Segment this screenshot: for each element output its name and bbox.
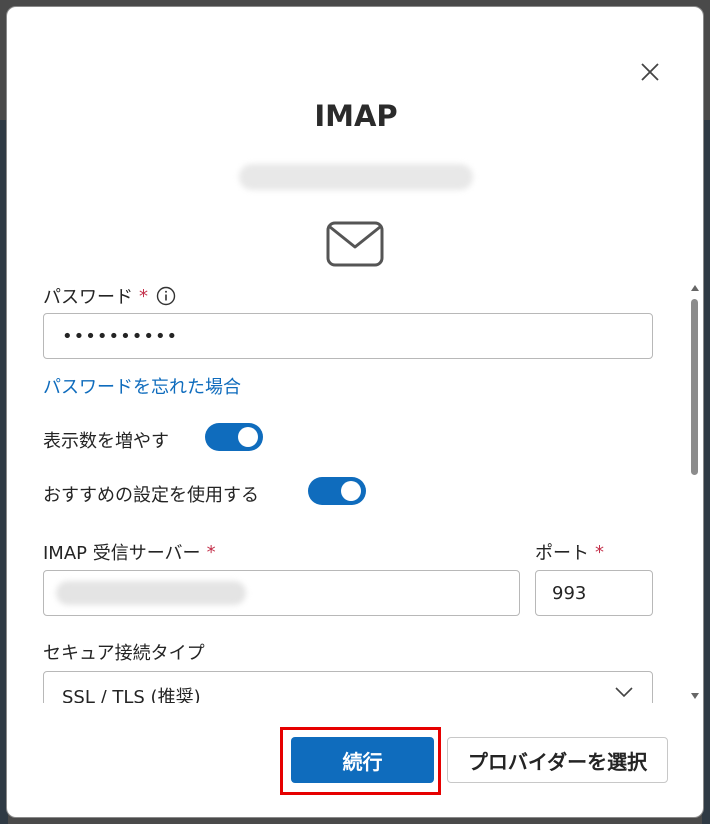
close-button[interactable] (635, 57, 665, 87)
mail-icon (326, 221, 384, 267)
scroll-up-arrow-icon[interactable] (691, 284, 699, 292)
password-label-text: パスワード (43, 287, 133, 308)
password-label: パスワード * (43, 283, 176, 309)
required-mark: * (595, 541, 604, 563)
imap-server-input[interactable] (43, 570, 520, 616)
required-mark: * (206, 541, 216, 563)
security-type-label: セキュア接続タイプ (43, 643, 205, 664)
scroll-down-arrow-icon[interactable] (691, 692, 699, 700)
required-mark: * (139, 285, 148, 307)
port-label-text: ポート (535, 543, 589, 564)
security-type-select[interactable]: SSL / TLS (推奨) (43, 671, 653, 703)
show-more-toggle[interactable] (205, 423, 263, 451)
toggle-knob (341, 481, 361, 501)
forgot-password-link[interactable]: パスワードを忘れた場合 (43, 373, 241, 399)
port-label: ポート * (535, 539, 604, 565)
imap-server-label: IMAP 受信サーバー * (43, 539, 216, 565)
continue-button[interactable]: 続行 (291, 737, 434, 783)
choose-provider-button[interactable]: プロバイダーを選択 (447, 737, 668, 783)
close-icon (641, 63, 659, 81)
password-input[interactable]: •••••••••• (43, 313, 653, 359)
info-icon[interactable] (156, 286, 176, 306)
scrollbar-thumb[interactable] (691, 299, 698, 475)
security-type-value: SSL / TLS (推奨) (62, 687, 201, 703)
imap-server-label-text: IMAP 受信サーバー (43, 543, 201, 564)
dialog-title: IMAP (314, 99, 398, 133)
toggle-knob (238, 427, 258, 447)
server-value-redacted (56, 581, 246, 605)
chevron-down-icon (615, 687, 633, 698)
recommended-settings-label: おすすめの設定を使用する (43, 485, 259, 506)
settings-form[interactable]: パスワード * •••••••••• パスワードを忘れた場合 表示数を増やす お… (7, 269, 703, 703)
recommended-settings-toggle[interactable] (308, 477, 366, 505)
port-input[interactable]: 993 (535, 570, 653, 616)
imap-dialog: IMAP パスワード * •••••••••• パスワードを忘れた場合 表示数を… (6, 6, 704, 818)
account-email-redacted (239, 164, 473, 190)
show-more-label: 表示数を増やす (43, 431, 169, 452)
